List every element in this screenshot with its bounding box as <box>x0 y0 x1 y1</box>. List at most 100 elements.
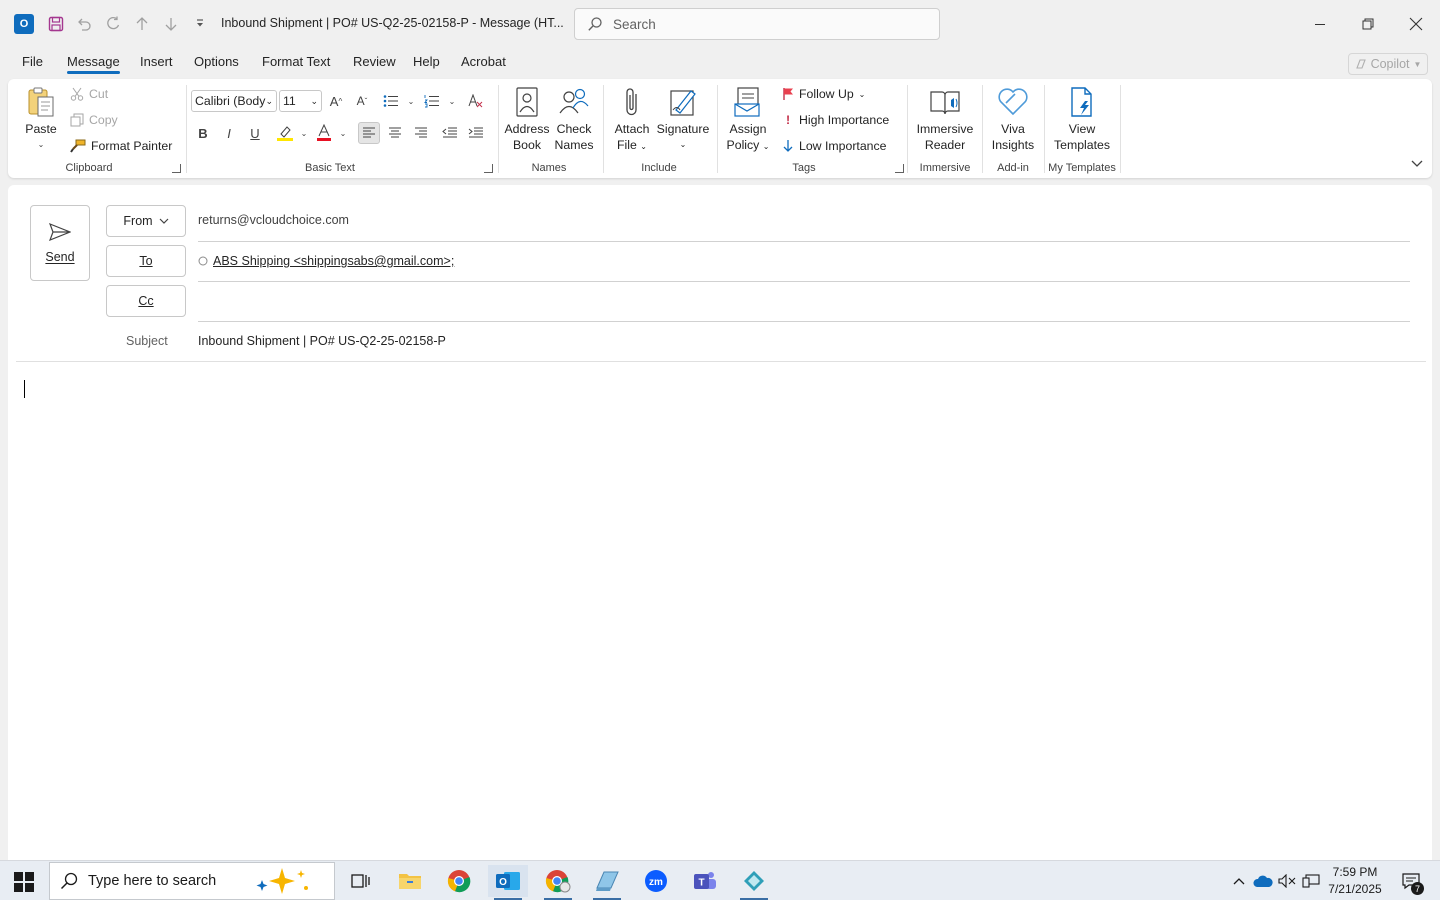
onedrive-icon[interactable] <box>1252 871 1274 891</box>
tab-review[interactable]: Review <box>353 54 396 69</box>
taskbar-search-input[interactable]: Type here to search <box>49 862 335 900</box>
low-importance-button[interactable]: Low Importance <box>782 139 887 153</box>
basic-text-launcher-icon[interactable] <box>484 164 493 173</box>
collapse-ribbon-icon[interactable] <box>1406 153 1428 175</box>
signature-icon <box>667 85 699 119</box>
tab-options[interactable]: Options <box>194 54 239 69</box>
task-view-icon[interactable] <box>340 865 380 897</box>
paste-label: Paste <box>25 122 57 136</box>
search-input[interactable]: Search <box>574 8 940 40</box>
undo-icon[interactable] <box>72 12 96 36</box>
show-hidden-icons-chevron-icon[interactable] <box>1228 871 1250 891</box>
tags-launcher-icon[interactable] <box>895 164 904 173</box>
high-importance-button[interactable]: ! High Importance <box>782 113 889 127</box>
underline-icon[interactable]: U <box>244 122 266 144</box>
to-field[interactable]: ABS Shipping <shippingsabs@gmail.com>; <box>198 254 454 268</box>
immersive-reader-button[interactable]: Immersive Reader <box>911 85 979 153</box>
viva-insights-button[interactable]: Viva Insights <box>986 85 1040 153</box>
immersive-reader-label-1: Immersive <box>916 122 974 136</box>
paste-button[interactable]: Paste ⌄ <box>22 85 60 153</box>
restore-button[interactable] <box>1345 0 1391 48</box>
follow-up-button[interactable]: Follow Up ⌄ <box>782 87 865 101</box>
group-separator <box>1044 85 1045 173</box>
copilot-button[interactable]: Copilot ▼ <box>1348 53 1428 75</box>
speaker-muted-icon[interactable] <box>1276 871 1298 891</box>
minimize-button[interactable] <box>1297 0 1343 48</box>
zoom-icon[interactable]: zm <box>636 865 676 897</box>
decrease-indent-icon[interactable] <box>439 122 461 144</box>
tab-acrobat[interactable]: Acrobat <box>461 54 506 69</box>
outlook-taskbar-icon[interactable]: O <box>488 865 528 900</box>
assign-policy-button[interactable]: Assign Policy ⌄ <box>722 85 774 155</box>
subject-input[interactable]: Inbound Shipment | PO# US-Q2-25-02158-P <box>198 334 446 348</box>
grow-font-icon[interactable]: A ^ <box>325 90 347 112</box>
address-book-button[interactable]: Address Book <box>503 85 551 153</box>
recipient-chip[interactable]: ABS Shipping <shippingsabs@gmail.com>; <box>213 254 454 268</box>
clipboard-launcher-icon[interactable] <box>172 164 181 173</box>
outlook-app-icon: O <box>14 14 34 34</box>
to-button[interactable]: To <box>106 245 186 277</box>
increase-indent-icon[interactable] <box>465 122 487 144</box>
customize-toolbar-icon[interactable] <box>188 12 212 36</box>
chevron-down-icon[interactable]: ⌄ <box>441 90 463 112</box>
format-painter-button[interactable]: Format Painter <box>70 139 172 153</box>
tab-help[interactable]: Help <box>413 54 440 69</box>
file-explorer-icon[interactable] <box>390 865 430 897</box>
shrink-font-icon[interactable]: Aˇ <box>351 90 373 112</box>
body-separator <box>16 361 1426 362</box>
attach-file-label-2: File ⌄ <box>617 138 647 152</box>
save-icon[interactable] <box>44 12 68 36</box>
message-body[interactable] <box>16 365 1424 855</box>
app-diamond-icon[interactable] <box>734 865 774 900</box>
cut-button[interactable]: Cut <box>70 87 108 101</box>
taskbar-clock[interactable]: 7:59 PM 7/21/2025 <box>1322 864 1388 898</box>
svg-text:O: O <box>499 877 507 888</box>
tab-file[interactable]: File <box>22 54 43 69</box>
copy-button[interactable]: Copy <box>70 113 118 127</box>
view-templates-button[interactable]: View Templates <box>1048 85 1116 153</box>
send-button[interactable]: Send <box>30 205 90 281</box>
network-icon[interactable] <box>1300 871 1322 891</box>
chrome-profile-icon[interactable] <box>538 865 578 900</box>
italic-icon[interactable]: I <box>218 122 240 144</box>
send-label: Send <box>45 250 75 264</box>
cc-field-underline <box>198 321 1410 322</box>
chevron-down-icon[interactable]: ⌄ <box>332 122 354 144</box>
windows-start-icon[interactable] <box>14 872 34 892</box>
chrome-icon[interactable] <box>439 865 479 897</box>
align-center-icon[interactable] <box>384 122 406 144</box>
check-names-button[interactable]: Check Names <box>550 85 598 153</box>
group-separator <box>717 85 718 173</box>
tab-message[interactable]: Message <box>67 54 120 74</box>
cc-button[interactable]: Cc <box>106 285 186 317</box>
align-right-icon[interactable] <box>410 122 432 144</box>
notifications-icon[interactable]: 7 <box>1398 871 1424 895</box>
chevron-down-icon[interactable]: ⌄ <box>293 122 315 144</box>
numbering-icon[interactable] <box>421 90 443 112</box>
teams-icon[interactable]: T <box>685 865 725 897</box>
taskbar-search-placeholder: Type here to search <box>88 873 217 889</box>
bullets-icon[interactable] <box>380 90 402 112</box>
remote-app-icon[interactable] <box>587 865 627 900</box>
compose-pane: Send From returns@vcloudchoice.com To AB… <box>8 185 1432 860</box>
from-value[interactable]: returns@vcloudchoice.com <box>198 213 349 227</box>
bold-icon[interactable]: B <box>192 122 214 144</box>
attach-file-button[interactable]: Attach File ⌄ <box>609 85 655 155</box>
tab-format-text[interactable]: Format Text <box>262 54 330 69</box>
signature-button[interactable]: Signature ⌄ <box>655 85 711 153</box>
from-button[interactable]: From <box>106 205 186 237</box>
to-label: To <box>139 254 153 268</box>
from-field-underline <box>198 241 1410 242</box>
redo-icon[interactable] <box>101 12 125 36</box>
font-size-select[interactable]: 11 ⌄ <box>279 90 322 112</box>
next-item-icon[interactable] <box>159 12 183 36</box>
title-bar: O Inbound Shipment | PO# US-Q2-25-02158-… <box>0 0 1440 48</box>
viva-insights-label-2: Insights <box>991 138 1035 152</box>
align-left-icon[interactable] <box>358 122 380 144</box>
close-button[interactable] <box>1393 0 1439 48</box>
clear-formatting-icon[interactable] <box>464 90 486 112</box>
tab-insert[interactable]: Insert <box>140 54 173 69</box>
chevron-down-icon[interactable]: ⌄ <box>400 90 422 112</box>
font-name-select[interactable]: Calibri (Body ⌄ <box>191 90 277 112</box>
previous-item-icon[interactable] <box>130 12 154 36</box>
